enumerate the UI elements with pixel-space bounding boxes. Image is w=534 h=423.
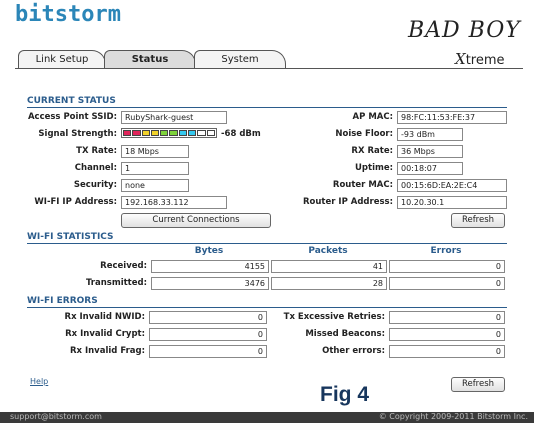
channel-label: Channel: [74,163,117,173]
uptime-field: 00:18:07 [397,162,463,175]
packets-column-header: Packets [308,246,348,256]
signal-bar-segment [150,130,160,136]
received-label: Received: [100,261,147,271]
router-mac-field: 00:15:6D:EA:2E:C4 [397,179,507,192]
wifi-errors-title: WI-FI ERRORS [27,296,98,306]
router-ip-field: 10.20.30.1 [397,196,507,209]
support-email[interactable]: support@bitstorm.com [10,412,102,421]
ap-mac-label: AP MAC: [352,112,393,122]
rx-rate-label: RX Rate: [351,146,393,156]
uptime-label: Uptime: [355,163,393,173]
footer-bar: support@bitstorm.com © Copyright 2009-20… [0,412,534,423]
product-logo: BAD BOY [408,18,521,43]
signal-bar-segment [206,130,215,136]
section-divider [27,107,507,108]
signal-bar-segment [178,130,188,136]
missed-beacons-label: Missed Beacons: [305,329,385,339]
bytes-column-header: Bytes [194,246,224,256]
figure-caption: Fig 4 [320,383,370,406]
section-divider [27,307,507,308]
signal-bar-segment [160,130,169,136]
errors-column-header: Errors [430,246,462,256]
product-logo-x: X [455,50,466,68]
channel-field: 1 [121,162,189,175]
signal-strength-value: -68 dBm [221,129,261,139]
received-bytes-field: 4155 [151,260,269,273]
rx-invalid-crypt-field: 0 [149,328,267,341]
received-packets-field: 41 [271,260,387,273]
product-logo-sub: Xtreme [455,50,505,68]
rx-invalid-frag-field: 0 [149,345,267,358]
rx-invalid-nwid-label: Rx Invalid NWID: [64,312,145,322]
transmitted-errors-field: 0 [389,277,505,290]
wifi-ip-label: WI-FI IP Address: [34,197,117,207]
signal-strength-meter [121,128,217,138]
received-errors-field: 0 [389,260,505,273]
tx-excessive-retries-label: Tx Excessive Retries: [283,312,385,322]
status-panel: CURRENT STATUS Access Point SSID: RubySh… [27,96,507,396]
signal-bar-segment [197,130,206,136]
rx-invalid-frag-label: Rx Invalid Frag: [69,346,145,356]
ap-ssid-label: Access Point SSID: [27,112,117,122]
ap-mac-field: 98:FC:11:53:FE:37 [397,111,507,124]
rx-rate-field: 36 Mbps [397,145,463,158]
section-divider [27,243,507,244]
signal-bar-segment [141,130,150,136]
tx-rate-label: TX Rate: [76,146,117,156]
noise-floor-label: Noise Floor: [335,129,393,139]
tab-link-setup[interactable]: Link Setup [18,50,106,69]
security-label: Security: [73,180,117,190]
wifi-statistics-title: WI-FI STATISTICS [27,232,114,242]
transmitted-label: Transmitted: [85,278,147,288]
rx-invalid-nwid-field: 0 [149,311,267,324]
signal-bar-segment [169,130,178,136]
transmitted-bytes-field: 3476 [151,277,269,290]
tx-rate-field: 18 Mbps [121,145,189,158]
transmitted-packets-field: 28 [271,277,387,290]
signal-bar-segment [188,130,197,136]
wifi-ip-field: 192.168.33.112 [121,196,227,209]
ap-ssid-field: RubyShark-guest [121,111,227,124]
status-refresh-button[interactable]: Refresh [451,213,505,228]
brand-logo: bitstorm [15,2,121,27]
rx-invalid-crypt-label: Rx Invalid Crypt: [65,329,145,339]
router-ip-label: Router IP Address: [303,197,393,207]
current-connections-button[interactable]: Current Connections [121,213,271,228]
other-errors-field: 0 [389,345,505,358]
current-status-title: CURRENT STATUS [27,96,116,106]
router-mac-label: Router MAC: [332,180,393,190]
bottom-refresh-button[interactable]: Refresh [451,377,505,392]
tx-excessive-retries-field: 0 [389,311,505,324]
signal-bar-segment [123,130,132,136]
tab-system[interactable]: System [194,50,286,69]
tab-status[interactable]: Status [104,50,196,69]
signal-bar-segment [132,130,141,136]
tab-divider [15,68,523,69]
missed-beacons-field: 0 [389,328,505,341]
copyright-text: © Copyright 2009-2011 Bitstorm Inc. [378,412,528,421]
help-link[interactable]: Help [30,377,48,386]
product-logo-rest: treme [465,53,505,68]
noise-floor-field: -93 dBm [397,128,463,141]
other-errors-label: Other errors: [322,346,385,356]
signal-strength-label: Signal Strength: [38,129,117,139]
security-field: none [121,179,189,192]
